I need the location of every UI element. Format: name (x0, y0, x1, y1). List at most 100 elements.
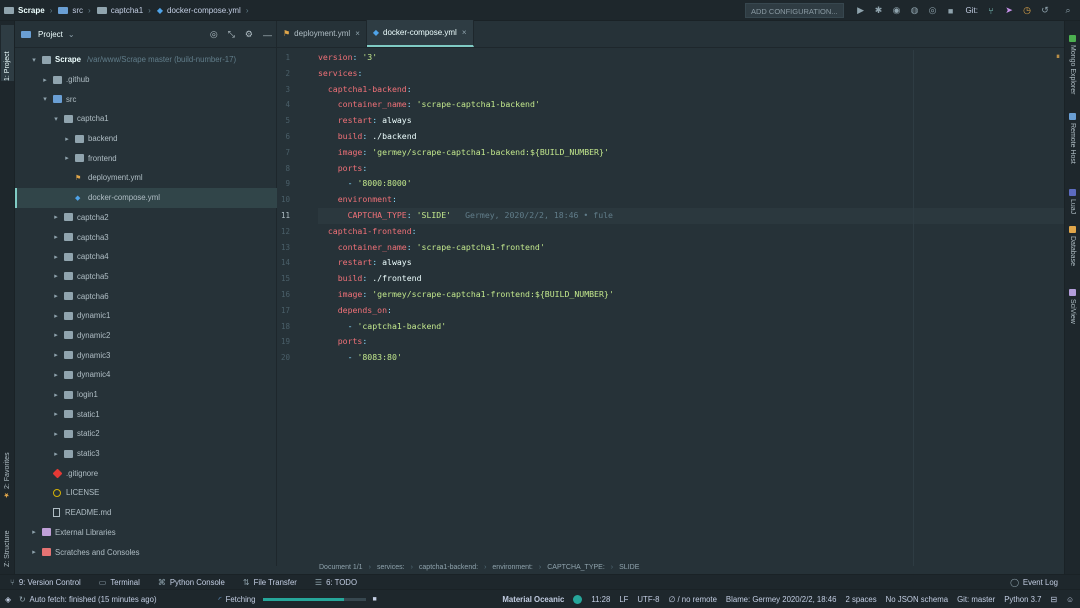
tree-folder[interactable]: ▸ dynamic3 (15, 345, 277, 365)
lock-icon[interactable]: ⊟ (1050, 595, 1057, 604)
tab-project[interactable]: 1: Project (1, 25, 14, 81)
tree-folder[interactable]: ▸ frontend (15, 148, 277, 168)
chevron-right-icon[interactable]: ▸ (51, 351, 61, 359)
tab-remote-host[interactable]: Remote Host (1066, 113, 1079, 179)
profile-icon[interactable]: ◍ (909, 5, 921, 17)
locate-icon[interactable]: ◎ (210, 29, 218, 40)
code-line[interactable]: restart: always (318, 113, 1064, 129)
chevron-right-icon[interactable]: ▸ (51, 292, 61, 300)
editor-breadcrumb-item[interactable]: Document 1/1 (319, 564, 363, 571)
status-message[interactable]: ↻ Auto fetch: finished (15 minutes ago) (19, 595, 157, 604)
chevron-down-icon[interactable]: ▾ (51, 115, 61, 123)
tree-folder[interactable]: ▸ static3 (15, 444, 277, 464)
chevron-right-icon[interactable]: ▸ (29, 548, 39, 556)
close-icon[interactable]: × (355, 29, 360, 38)
editor-tab[interactable]: ⚑ deployment.yml × (277, 20, 367, 47)
chevron-right-icon[interactable]: ▸ (62, 154, 72, 162)
blame-info[interactable]: Blame: Germey 2020/2/2, 18:46 (726, 595, 837, 604)
tool-window-terminal[interactable]: ▭ Terminal (99, 578, 140, 587)
tab-database[interactable]: Database (1066, 226, 1079, 282)
chevron-right-icon[interactable]: ▸ (51, 331, 61, 339)
code-line[interactable]: build: ./backend (318, 129, 1064, 145)
tool-window-python-console[interactable]: ⌘ Python Console (158, 578, 225, 587)
git-update-icon[interactable]: ⑂ (985, 5, 997, 17)
tab-structure[interactable]: Z: Structure (1, 507, 14, 567)
chevron-down-icon[interactable]: ▾ (29, 56, 39, 64)
git-branch[interactable]: Git: master (957, 595, 995, 604)
file-encoding[interactable]: UTF-8 (637, 595, 659, 604)
breadcrumb-item-project[interactable]: Scrape › (4, 6, 52, 15)
breadcrumb-item-file[interactable]: ◆ docker-compose.yml › (157, 6, 249, 15)
editor-breadcrumb-item[interactable]: services: (377, 564, 405, 571)
tab-sciview[interactable]: SciView (1066, 289, 1079, 333)
code-line[interactable]: image: 'germey/scrape-captcha1-backend:$… (318, 145, 1064, 161)
chevron-down-icon[interactable]: ▾ (40, 95, 50, 103)
code-line[interactable]: captcha1-frontend: (318, 224, 1064, 240)
chevron-right-icon[interactable]: ▸ (51, 410, 61, 418)
code-line[interactable]: image: 'germey/scrape-captcha1-frontend:… (318, 287, 1064, 303)
tree-folder[interactable]: ▸ captcha2 (15, 208, 277, 228)
python-interpreter[interactable]: Python 3.7 (1004, 595, 1041, 604)
status-layout-icon[interactable]: ◈ (5, 595, 11, 604)
theme-indicator[interactable]: Material Oceanic (493, 595, 583, 604)
stop-icon[interactable]: ■ (945, 5, 957, 17)
code-line[interactable]: - '8000:8000' (318, 176, 1064, 192)
code-line[interactable]: ports: (318, 161, 1064, 177)
gear-icon[interactable]: ⚙ (245, 29, 253, 40)
tree-folder[interactable]: ▸ captcha4 (15, 247, 277, 267)
add-configuration-button[interactable]: ADD CONFIGURATION... (745, 3, 844, 18)
tool-window-version-control[interactable]: ⑂ 9: Version Control (10, 578, 81, 587)
tree-folder[interactable]: ▸ Scratches and Consoles (15, 542, 277, 562)
code-line[interactable]: depends_on: (318, 303, 1064, 319)
chevron-right-icon[interactable]: ▸ (40, 76, 50, 84)
coverage-icon[interactable]: ◉ (891, 5, 903, 17)
code-line[interactable]: captcha1-backend: (318, 82, 1064, 98)
tree-file[interactable]: ⚑ deployment.yml (15, 168, 277, 188)
hide-icon[interactable]: — (263, 30, 272, 40)
remote-indicator[interactable]: ∅ / no remote (669, 595, 717, 604)
tree-folder[interactable]: ▸ captcha6 (15, 286, 277, 306)
chevron-right-icon[interactable]: ▸ (62, 135, 72, 143)
code-line[interactable]: - 'captcha1-backend' (318, 319, 1064, 335)
tree-folder[interactable]: ▸ dynamic4 (15, 365, 277, 385)
tree-folder[interactable]: ▾ captcha1 (15, 109, 277, 129)
run-icon[interactable]: ▶ (855, 5, 867, 17)
code-line[interactable]: services: (318, 66, 1064, 82)
tool-window-todo[interactable]: ☰ 6: TODO (315, 578, 357, 587)
code-area[interactable]: version: '3' services: captcha1-backend: … (318, 50, 1064, 366)
inspector-icon[interactable]: ☺ (1066, 595, 1074, 604)
git-rollback-icon[interactable]: ↺ (1039, 5, 1051, 17)
indent-setting[interactable]: 2 spaces (845, 595, 876, 604)
chevron-right-icon[interactable]: ▸ (51, 272, 61, 280)
code-line[interactable]: container_name: 'scrape-captcha1-backend… (318, 97, 1064, 113)
git-commit-icon[interactable]: ➤ (1003, 5, 1015, 17)
collapse-all-icon[interactable]: ⤡ (228, 29, 235, 40)
chevron-right-icon[interactable]: ▸ (51, 430, 61, 438)
editor-tab[interactable]: ◆ docker-compose.yml × (366, 20, 474, 47)
editor-breadcrumb-item[interactable]: captcha1-backend: (419, 564, 478, 571)
tab-lua[interactable]: LuaJ (1066, 189, 1079, 219)
tree-file[interactable]: README.md (15, 503, 277, 523)
tree-file[interactable]: ◆ docker-compose.yml (15, 187, 277, 208)
chevron-right-icon[interactable]: ▸ (29, 528, 39, 536)
code-line[interactable]: - '8083:80' (318, 350, 1064, 366)
chevron-right-icon[interactable]: ▸ (51, 312, 61, 320)
tree-folder[interactable]: ▸ static2 (15, 424, 277, 444)
code-line[interactable]: version: '3' (318, 50, 1064, 66)
tree-folder[interactable]: ▸ .github (15, 70, 277, 90)
line-separator[interactable]: LF (619, 595, 628, 604)
stop-task-icon[interactable]: ■ (372, 596, 376, 603)
editor-breadcrumb-item[interactable]: SLIDE (619, 564, 639, 571)
chevron-right-icon[interactable]: ▸ (51, 371, 61, 379)
editor-breadcrumb-item[interactable]: CAPTCHA_TYPE: (547, 564, 605, 571)
background-task[interactable]: ◜ Fetching (219, 595, 256, 604)
breadcrumb-item-captcha1[interactable]: captcha1 › (96, 6, 151, 15)
tab-favorites[interactable]: ★ 2: Favorites (1, 439, 14, 499)
warning-marker-icon[interactable]: ⏸ (1056, 52, 1060, 62)
tree-folder[interactable]: ▾ Scrape/var/www/Scrape master (build-num… (15, 50, 277, 70)
tree-folder[interactable]: ▸ External Libraries (15, 523, 277, 543)
tree-folder[interactable]: ▸ static1 (15, 404, 277, 424)
json-schema[interactable]: No JSON schema (886, 595, 948, 604)
tree-folder[interactable]: ▸ login1 (15, 385, 277, 405)
tree-file[interactable]: LICENSE (15, 483, 277, 503)
